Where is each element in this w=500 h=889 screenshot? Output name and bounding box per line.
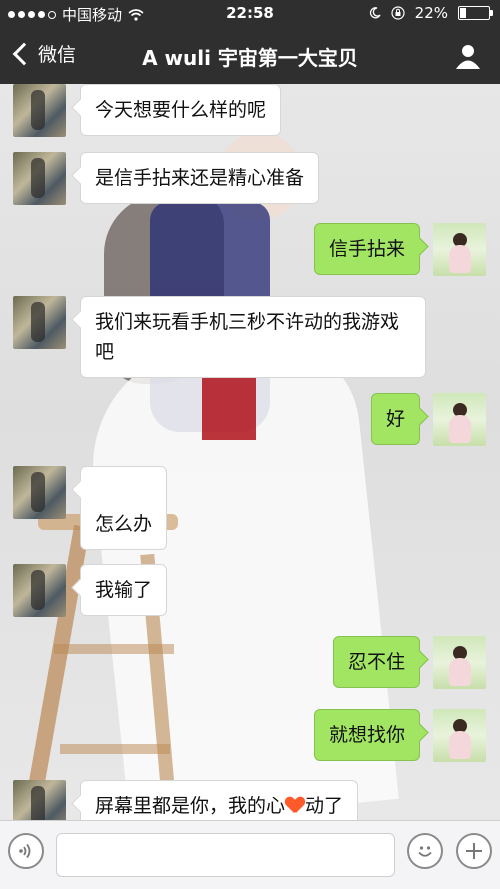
message-bubble-incoming[interactable]: 我输了 xyxy=(80,564,168,616)
message-text: 我们来玩看手机三秒不许动的我游戏吧 xyxy=(95,311,400,363)
my-avatar[interactable] xyxy=(433,393,486,446)
message-input[interactable] xyxy=(56,833,395,877)
contact-avatar[interactable] xyxy=(13,296,66,349)
message-text: 今天想要什么样的呢 xyxy=(95,99,267,121)
message-text: 好 xyxy=(385,408,405,430)
contact-avatar[interactable] xyxy=(13,780,66,820)
status-bar: 中国移动 22:58 22% xyxy=(0,0,500,28)
message-bubble-incoming[interactable]: 今天想要什么样的呢 xyxy=(80,84,282,136)
voice-icon xyxy=(19,843,31,859)
message-bubble-outgoing[interactable]: 忍不住 xyxy=(332,636,420,688)
chat-screen: 中国移动 22:58 22% 微信 A wuli 宇宙第一大宝贝 今天想要什么样… xyxy=(0,0,500,889)
battery-percent: 22% xyxy=(414,4,448,22)
voice-button[interactable] xyxy=(8,833,44,869)
plus-icon xyxy=(466,843,482,859)
message-text: 怎么办 xyxy=(95,513,153,535)
message-bubble-outgoing[interactable]: 好 xyxy=(370,393,420,445)
message-text: 是信手拈来还是精心准备 xyxy=(95,167,305,189)
battery-icon xyxy=(458,6,493,20)
message-bubble-incoming[interactable]: 屏幕里都是你，我的心 动了 xyxy=(80,780,359,820)
message-text-part: 动了 xyxy=(305,795,344,817)
input-bar xyxy=(0,820,500,889)
contact-avatar[interactable] xyxy=(13,564,66,617)
heart-icon xyxy=(286,797,304,813)
message-bubble-outgoing[interactable]: 信手拈来 xyxy=(313,223,420,275)
contact-avatar[interactable] xyxy=(13,84,66,137)
message-list[interactable]: 今天想要什么样的呢 是信手拈来还是精心准备 信手拈来 我们来玩看手机三秒不许动的… xyxy=(0,84,500,820)
my-avatar[interactable] xyxy=(433,223,486,276)
message-bubble-outgoing[interactable]: 就想找你 xyxy=(313,709,420,761)
orientation-lock-icon xyxy=(391,6,405,20)
status-right: 22% xyxy=(369,4,493,22)
my-avatar[interactable] xyxy=(433,709,486,762)
chat-title: A wuli 宇宙第一大宝贝 xyxy=(142,46,358,70)
message-text: 忍不住 xyxy=(347,651,405,673)
person-icon[interactable] xyxy=(454,42,482,70)
message-bubble-incoming[interactable]: 我们来玩看手机三秒不许动的我游戏吧 xyxy=(80,296,426,378)
emoji-icon xyxy=(418,846,432,857)
nav-bar: 微信 A wuli 宇宙第一大宝贝 xyxy=(0,28,500,84)
emoji-button[interactable] xyxy=(407,833,443,869)
message-bubble-incoming[interactable]: 是信手拈来还是精心准备 xyxy=(80,152,320,204)
message-text: 就想找你 xyxy=(328,724,405,746)
moon-icon xyxy=(369,7,381,19)
plus-button[interactable] xyxy=(456,833,492,869)
contact-avatar[interactable] xyxy=(13,152,66,205)
message-bubble-incoming[interactable]: 怎么办 xyxy=(80,466,168,550)
contact-avatar[interactable] xyxy=(13,466,66,519)
message-text-part: 屏幕里都是你，我的心 xyxy=(95,795,286,817)
my-avatar[interactable] xyxy=(433,636,486,689)
message-text: 信手拈来 xyxy=(328,238,405,260)
message-text: 我输了 xyxy=(95,579,153,601)
